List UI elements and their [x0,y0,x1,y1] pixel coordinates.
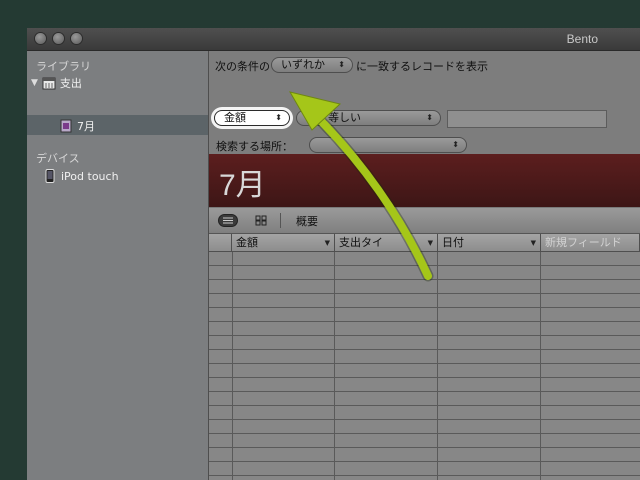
annotation-arrow [288,91,434,282]
